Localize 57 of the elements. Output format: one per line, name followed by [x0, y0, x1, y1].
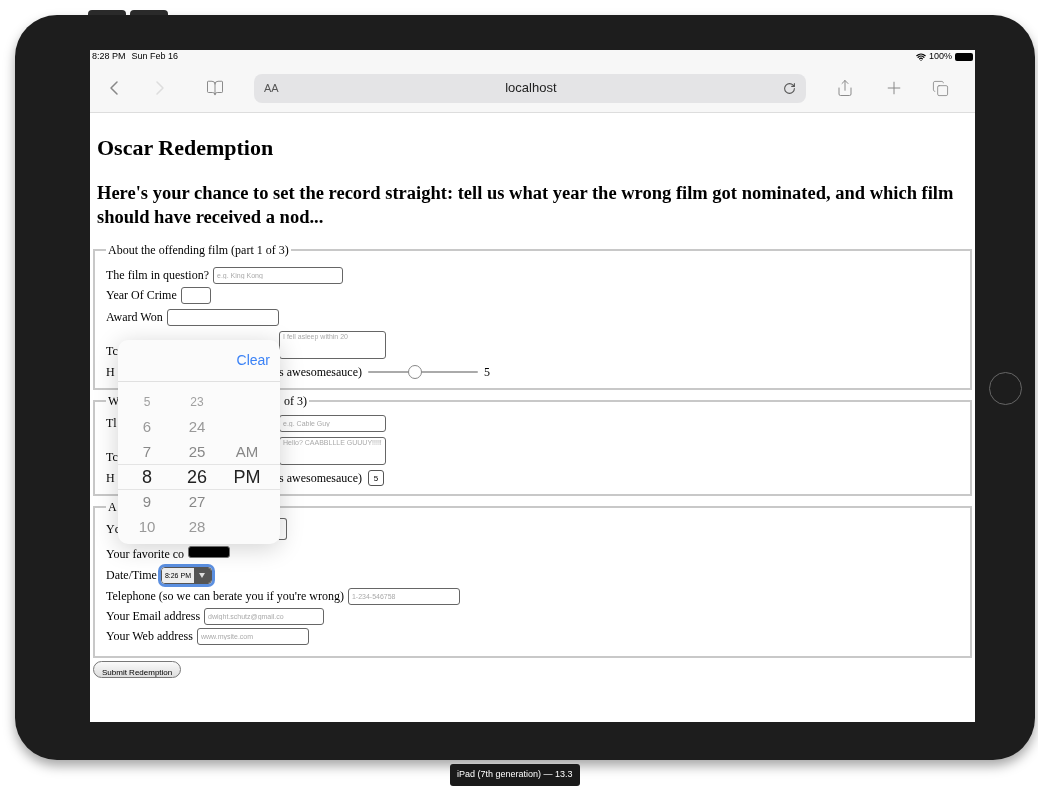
picker-option[interactable]: 7 [142, 439, 152, 464]
text-field[interactable] [166, 308, 279, 326]
share-icon[interactable] [836, 79, 854, 97]
battery-icon [955, 53, 973, 61]
tabs-icon[interactable] [932, 79, 949, 97]
rating-slider[interactable] [367, 364, 478, 380]
picker-option[interactable]: 10 [138, 514, 156, 539]
picker-option[interactable]: 5 [143, 389, 151, 414]
field-label: Your Web address [106, 627, 193, 645]
slider-value: 5 [483, 363, 490, 381]
field-label: s awesomesauce) [279, 469, 362, 487]
bookmarks-icon[interactable] [206, 79, 224, 97]
picker-option[interactable]: 23 [190, 389, 204, 414]
picker-option[interactable]: 6 [142, 414, 152, 439]
field-label: Tl [106, 416, 117, 430]
field-label: Date/Time [106, 566, 157, 584]
submit-button[interactable]: Submit Redemption [93, 661, 182, 678]
device-caption: iPad (7th generation) — 13.3 [450, 764, 580, 786]
picker-option[interactable]: PM [233, 464, 261, 489]
field-label: Award Won [106, 308, 163, 326]
picker-option[interactable]: 27 [188, 489, 206, 514]
section-legend: About the offending film (part 1 of 3) [108, 243, 289, 257]
picker-option[interactable]: 25 [188, 439, 206, 464]
field-label: Telephone (so we can berate you if you're wrong) [106, 587, 344, 605]
page-title: Oscar Redemption [96, 135, 275, 161]
picker-option[interactable]: 24 [188, 414, 206, 439]
clear-button[interactable]: Clear [236, 350, 270, 371]
field-label: H [106, 470, 115, 485]
field-label: Your Email address [106, 607, 201, 625]
wifi-icon [915, 52, 926, 62]
field-label: The film in question? [106, 266, 209, 284]
picker-option[interactable]: 26 [187, 464, 207, 489]
field-label: Your favorite co [106, 545, 185, 563]
number-field[interactable]: 5 [367, 470, 384, 486]
status-time: 8:28 PM [92, 50, 126, 64]
picker-option[interactable]: 8 [142, 464, 152, 489]
text-size-button[interactable]: AA [264, 79, 279, 97]
status-date: Sun Feb 16 [131, 50, 179, 64]
picker-option[interactable]: 28 [188, 514, 206, 539]
dropdown-arrow-icon [199, 572, 206, 578]
page-subtitle: Here's your chance to set the record straight: tell us what year the wrong film got nominated, and which film should have received a nod... [96, 182, 955, 229]
field-label: H [106, 364, 115, 379]
battery-percent: 100% [928, 50, 952, 64]
picker-option[interactable]: 9 [142, 489, 152, 514]
picker-option[interactable]: AM [235, 439, 259, 464]
reload-icon[interactable] [783, 81, 796, 95]
section-legend: W [108, 394, 120, 408]
address-text: localhost [504, 79, 558, 98]
section-legend: A [108, 500, 117, 514]
field-label: s awesomesauce) [279, 363, 362, 381]
text-field[interactable] [180, 287, 211, 304]
section-legend: of 3) [284, 394, 307, 408]
field-label: Tc [106, 344, 118, 358]
address-bar[interactable]: AA localhost [254, 73, 806, 103]
field-label: Year Of Crime [106, 287, 177, 304]
color-swatch[interactable] [188, 546, 231, 558]
field-label: Tc [106, 450, 118, 464]
